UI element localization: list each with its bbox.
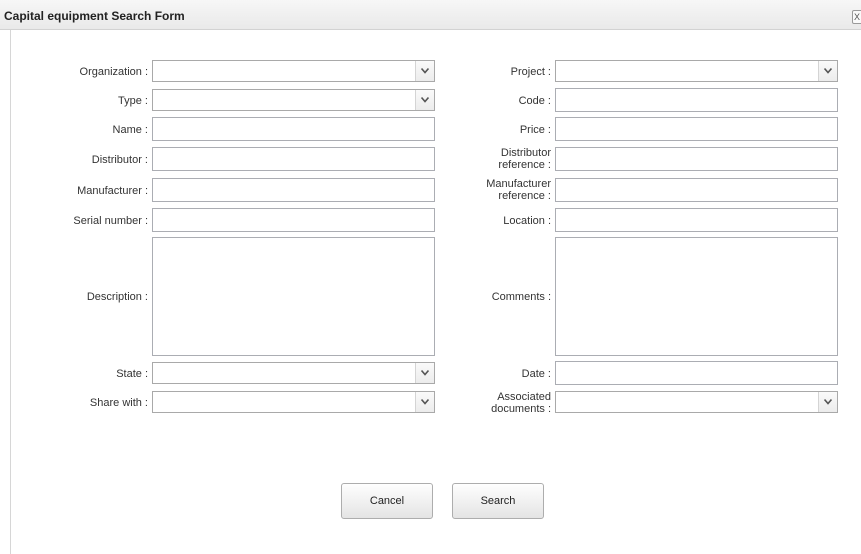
organization-select[interactable] [152, 60, 435, 82]
manufacturer-reference-input[interactable] [555, 178, 838, 202]
description-textarea[interactable] [152, 237, 435, 356]
organization-label: Organization : [79, 66, 148, 78]
manufacturer-label: Manufacturer : [77, 185, 148, 197]
chevron-down-icon[interactable] [415, 90, 434, 110]
name-input[interactable] [152, 117, 435, 141]
chevron-down-icon[interactable] [415, 363, 434, 383]
comments-textarea[interactable] [555, 237, 838, 356]
type-select[interactable] [152, 89, 435, 111]
dialog-frame-edge [10, 30, 11, 554]
chevron-down-icon[interactable] [415, 61, 434, 81]
date-label: Date : [521, 368, 551, 380]
description-label: Description : [86, 291, 148, 303]
comments-label: Comments : [491, 291, 551, 303]
date-input[interactable] [555, 361, 838, 385]
close-icon[interactable]: X [852, 10, 861, 24]
cancel-button[interactable]: Cancel [341, 483, 433, 519]
share-with-label: Share with : [89, 397, 148, 409]
code-input[interactable] [555, 88, 838, 112]
chevron-down-icon[interactable] [818, 392, 837, 412]
associated-documents-label: Associated documents : [491, 391, 551, 415]
distributor-reference-input[interactable] [555, 147, 838, 171]
project-label: Project : [510, 66, 551, 78]
location-input[interactable] [555, 208, 838, 232]
manufacturer-input[interactable] [152, 178, 435, 202]
state-label: State : [116, 368, 148, 380]
type-label: Type : [118, 95, 148, 107]
distributor-input[interactable] [152, 147, 435, 171]
dialog-titlebar: Capital equipment Search Form X [0, 0, 861, 30]
share-with-select[interactable] [152, 391, 435, 413]
location-label: Location : [503, 215, 551, 227]
distributor-reference-label: Distributor reference : [498, 147, 551, 171]
chevron-down-icon[interactable] [415, 392, 434, 412]
project-select[interactable] [555, 60, 838, 82]
price-input[interactable] [555, 117, 838, 141]
name-label: Name : [112, 124, 148, 136]
manufacturer-reference-label: Manufacturer reference : [486, 178, 551, 202]
serial-number-label: Serial number : [73, 215, 148, 227]
price-label: Price : [519, 124, 551, 136]
chevron-down-icon[interactable] [818, 61, 837, 81]
serial-number-input[interactable] [152, 208, 435, 232]
associated-documents-select[interactable] [555, 391, 838, 413]
search-button[interactable]: Search [452, 483, 544, 519]
code-label: Code : [518, 95, 551, 107]
distributor-label: Distributor : [91, 154, 148, 166]
dialog-title: Capital equipment Search Form [4, 9, 185, 23]
state-select[interactable] [152, 362, 435, 384]
